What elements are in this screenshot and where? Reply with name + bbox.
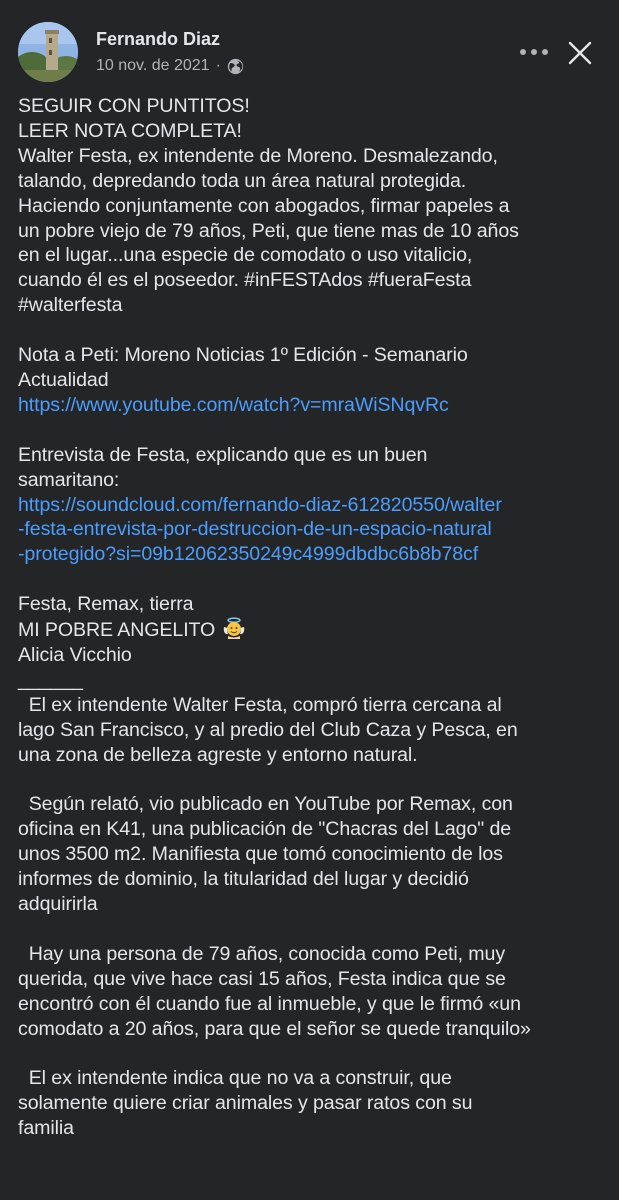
- text-line: Haciendo conjuntamente con abogados, fir…: [18, 194, 510, 217]
- text-line: cuando él es el poseedor. #inFESTAdos #f…: [18, 269, 472, 292]
- soundcloud-link[interactable]: -protegido?si=09b12062350249c4999dbdbc6b…: [18, 543, 478, 565]
- text-line-with-emoji: MI POBRE ANGELITO: [18, 617, 608, 643]
- text-line: El ex intendente indica que no va a cons…: [18, 1067, 452, 1090]
- close-icon: [568, 41, 592, 65]
- text-line: Actualidad: [18, 368, 109, 391]
- text-line: en el lugar...una especie de comodato o …: [18, 244, 473, 267]
- text-line: SEGUIR CON PUNTITOS!: [18, 95, 250, 117]
- avatar-image: [18, 22, 78, 82]
- post-date[interactable]: 10 nov. de 2021: [96, 57, 210, 75]
- youtube-link[interactable]: https://www.youtube.com/watch?v=mraWiSNq…: [18, 394, 449, 416]
- post-card: Fernando Diaz 10 nov. de 2021 · SEGUIR C…: [0, 0, 619, 1200]
- more-options-button[interactable]: [516, 40, 552, 64]
- text-line: querida, que vive hace casi 15 años, Fes…: [18, 967, 506, 990]
- hashtag-line[interactable]: #walterfesta: [18, 293, 608, 318]
- text-line: talando, depredando toda un área natural…: [18, 169, 467, 192]
- post-text: SEGUIR CON PUNTITOS! LEER NOTA COMPLETA!…: [18, 94, 608, 1141]
- globe-icon: [227, 58, 244, 74]
- text-span: MI POBRE ANGELITO: [18, 619, 216, 642]
- more-options-icon: [520, 49, 548, 55]
- text-line: adquirirla: [18, 893, 98, 915]
- text-line: oficina en K41, una publicación de "Chac…: [18, 818, 512, 841]
- text-line: informes de dominio, la titularidad del …: [18, 868, 469, 891]
- soundcloud-link[interactable]: -festa-entrevista-por-destruccion-de-un-…: [18, 518, 492, 540]
- soundcloud-link[interactable]: https://soundcloud.com/fernando-diaz-612…: [18, 494, 502, 516]
- text-line: familia: [18, 1117, 74, 1140]
- text-line: unos 3500 m2. Manifiesta que tomó conoci…: [18, 843, 503, 866]
- text-line: Entrevista de Festa, explicando que es u…: [18, 443, 428, 466]
- meta-separator: ·: [215, 57, 221, 74]
- text-line: Hay una persona de 79 años, conocida com…: [18, 942, 506, 965]
- post-header: Fernando Diaz 10 nov. de 2021 ·: [0, 0, 619, 90]
- text-line: El ex intendente Walter Festa, compró ti…: [18, 693, 502, 716]
- close-button[interactable]: [565, 38, 595, 68]
- text-line: LEER NOTA COMPLETA!: [18, 119, 242, 142]
- divider-line: ______: [18, 668, 83, 691]
- text-line: Según relató, vio publicado en YouTube p…: [18, 793, 513, 816]
- text-line: solamente quiere criar animales y pasar …: [18, 1092, 473, 1115]
- text-line: Alicia Vicchio: [18, 643, 132, 666]
- text-line: Walter Festa, ex intendente de Moreno. D…: [18, 144, 498, 167]
- text-line: Festa, Remax, tierra: [18, 593, 194, 616]
- post-meta: 10 nov. de 2021 ·: [96, 55, 244, 77]
- text-line: comodato a 20 años, para que el señor se…: [18, 1017, 531, 1040]
- text-line: una zona de belleza agreste y entorno na…: [18, 743, 418, 766]
- text-line: lago San Francisco, y al predio del Club…: [18, 718, 518, 741]
- text-line: samaritano:: [18, 468, 120, 491]
- angel-emoji-icon: [223, 617, 244, 640]
- author-name[interactable]: Fernando Diaz: [96, 28, 220, 50]
- text-line: Nota a Peti: Moreno Noticias 1º Edición …: [18, 344, 468, 367]
- avatar[interactable]: [18, 22, 78, 82]
- text-line: un pobre viejo de 79 años, Peti, que tie…: [18, 219, 519, 242]
- text-line: encontró con él cuando fue al inmueble, …: [18, 992, 521, 1015]
